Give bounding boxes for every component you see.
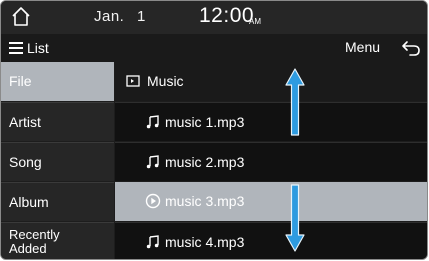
clock-time: 12:00 — [199, 4, 255, 27]
category-artist[interactable]: Artist — [1, 102, 114, 141]
file-row[interactable]: music 2.mp3 — [115, 142, 427, 181]
file-label: music 1.mp3 — [165, 114, 245, 130]
screen: Jan. 1 12:00 AM List Menu File Artist So… — [0, 0, 428, 260]
list-button[interactable]: List — [9, 36, 49, 60]
file-row[interactable]: music 1.mp3 — [115, 102, 427, 141]
category-label: Album — [9, 194, 49, 210]
title-bar: List Menu — [1, 34, 427, 62]
scroll-down-arrow-icon — [285, 184, 305, 252]
date-month: Jan. — [94, 8, 125, 25]
date-day: 1 — [137, 8, 146, 25]
category-file[interactable]: File — [1, 62, 114, 101]
list-button-label: List — [27, 40, 49, 56]
clock-ampm: AM — [249, 17, 261, 26]
play-circle-icon — [145, 193, 161, 209]
category-album[interactable]: Album — [1, 182, 114, 221]
category-label: Artist — [9, 114, 41, 130]
category-song[interactable]: Song — [1, 142, 114, 181]
folder-icon — [126, 75, 140, 87]
file-label: music 3.mp3 — [165, 193, 245, 209]
file-row[interactable]: music 4.mp3 — [115, 222, 427, 259]
category-label: File — [9, 73, 32, 89]
folder-label: Music — [147, 73, 184, 89]
home-icon[interactable] — [8, 4, 34, 30]
folder-row-music[interactable]: Music — [115, 62, 427, 101]
file-label: music 4.mp3 — [165, 234, 245, 250]
back-icon[interactable] — [401, 39, 421, 57]
music-note-icon — [146, 155, 159, 169]
hamburger-icon — [9, 42, 23, 54]
category-label: Song — [9, 154, 42, 170]
category-recently-added[interactable]: Recently Added — [1, 222, 114, 259]
file-row-selected[interactable]: music 3.mp3 — [115, 182, 427, 221]
file-label: music 2.mp3 — [165, 154, 245, 170]
category-label: Recently Added — [9, 227, 60, 256]
scroll-up-arrow-icon — [285, 68, 305, 136]
status-bar: Jan. 1 12:00 AM — [1, 1, 427, 34]
music-note-icon — [146, 115, 159, 129]
music-note-icon — [146, 235, 159, 249]
menu-button[interactable]: Menu — [345, 39, 380, 55]
